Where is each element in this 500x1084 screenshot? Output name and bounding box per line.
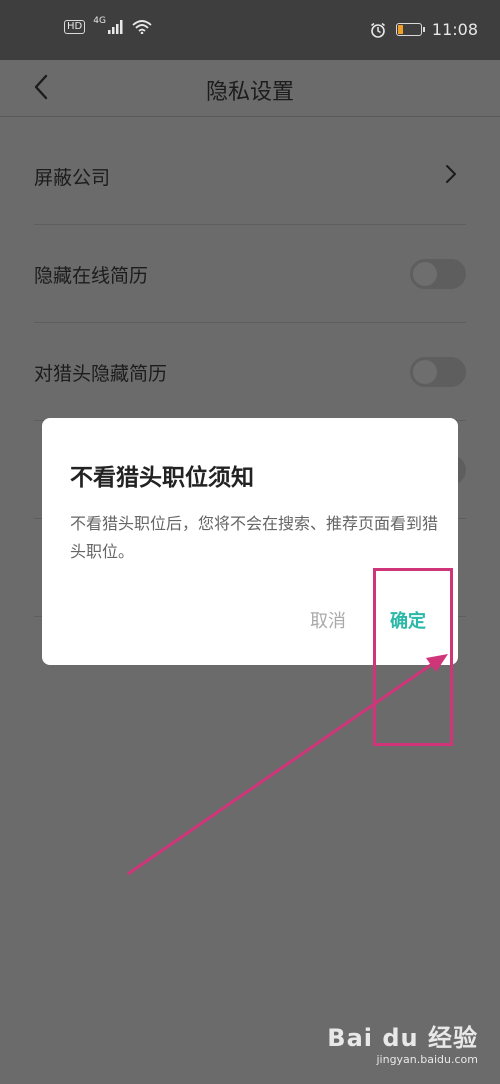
- settings-row-hide-online-resume: 隐藏在线简历: [34, 224, 466, 323]
- page-header: 隐私设置: [0, 60, 500, 117]
- network-type: 4G: [93, 16, 106, 26]
- battery-icon: [395, 23, 425, 36]
- setting-label: 屏蔽公司: [34, 167, 111, 189]
- page-title: 隐私设置: [205, 80, 294, 105]
- settings-row-block-company[interactable]: 屏蔽公司: [34, 126, 466, 225]
- signal-icon: [107, 20, 123, 34]
- setting-label: 对猎头隐藏简历: [34, 363, 168, 385]
- alarm-icon: [370, 22, 385, 38]
- hd-badge: HD: [64, 20, 86, 34]
- setting-label: 隐藏在线简历: [34, 265, 149, 287]
- hide-online-resume-toggle[interactable]: [410, 259, 466, 289]
- cancel-button[interactable]: 取消: [310, 607, 346, 633]
- dialog-title: 不看猎头职位须知: [70, 465, 254, 491]
- status-time: 11:08: [431, 20, 478, 39]
- chevron-right-icon: [446, 165, 456, 183]
- status-right: 11:08: [370, 20, 478, 39]
- battery-fill: [397, 25, 404, 34]
- watermark-logo: Bai du 经验: [327, 1024, 478, 1052]
- baidu-jingyan-watermark: Bai du 经验 jingyan.baidu.com: [327, 1018, 478, 1066]
- dialog-message: 不看猎头职位后，您将不会在搜索、推荐页面看到猎头职位。: [70, 514, 439, 561]
- settings-row-hide-from-headhunters: 对猎头隐藏简历: [34, 322, 466, 421]
- status-bar: HD 4G 11:08: [0, 0, 500, 60]
- highlight-box: [373, 568, 453, 746]
- wifi-icon: [132, 20, 152, 34]
- watermark-url: jingyan.baidu.com: [376, 1053, 478, 1066]
- status-left: HD 4G: [64, 16, 152, 34]
- hide-from-headhunters-toggle[interactable]: [410, 357, 466, 387]
